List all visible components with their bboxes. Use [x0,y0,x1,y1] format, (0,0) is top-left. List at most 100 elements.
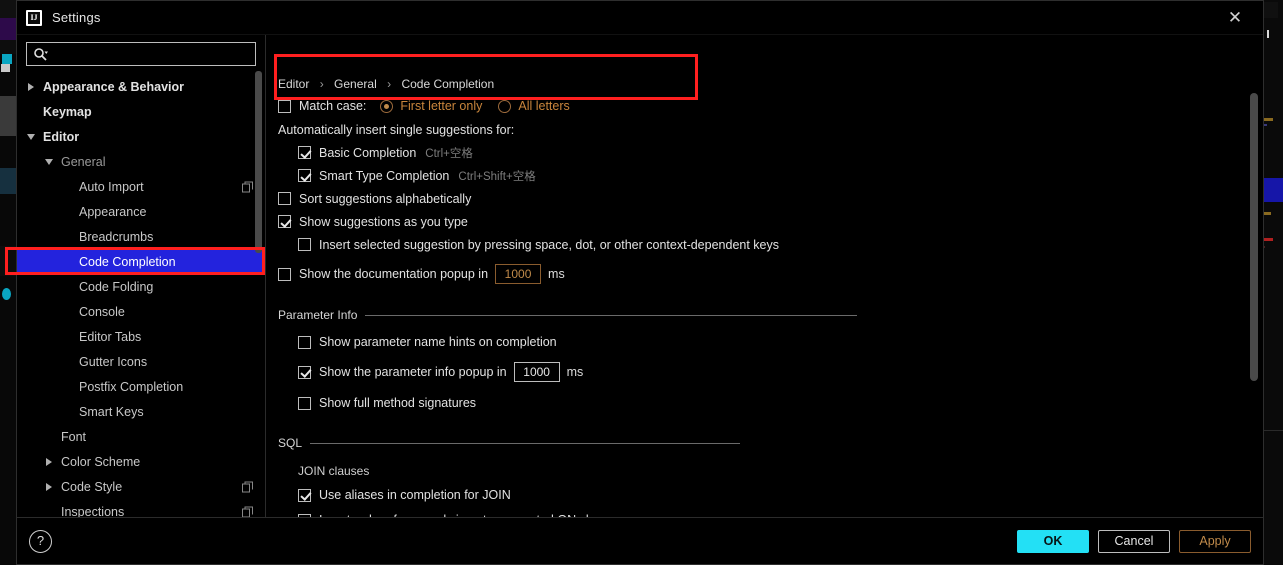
sidebar-item-auto-import[interactable]: Auto Import [17,174,265,199]
sidebar-item-code-folding[interactable]: Code Folding [17,274,265,299]
use-aliases-checkbox[interactable] [298,488,311,502]
help-icon[interactable]: ? [29,529,52,553]
dialog-body: Appearance & Behavior Keymap Editor General… [17,35,1263,517]
dialog-title: Settings [52,10,101,25]
sidebar-item-breadcrumbs[interactable]: Breadcrumbs [17,224,265,249]
doc-popup-checkbox[interactable] [278,267,291,281]
doc-popup-delay-input[interactable]: 1000 [495,264,542,284]
sidebar-item-editor-tabs[interactable]: Editor Tabs [17,324,265,349]
sidebar-item-label: Editor [43,129,80,144]
chevron-right-icon[interactable] [45,457,55,467]
sidebar-item-code-style[interactable]: Code Style [17,474,265,499]
param-info-popup-label: Show the parameter info popup in [319,365,507,379]
use-aliases-row: Use aliases in completion for JOIN [278,482,1263,508]
settings-dialog: Settings ✕ [16,0,1264,565]
insert-selected-checkbox[interactable] [298,238,311,251]
param-info-popup-checkbox[interactable] [298,365,311,379]
sidebar-scrollbar-thumb[interactable] [255,71,262,253]
basic-completion-shortcut: Ctrl+空格 [425,147,473,160]
close-icon[interactable]: ✕ [1217,1,1253,34]
insert-selected-row: Insert selected suggestion by pressing s… [278,233,1263,256]
radio-first-letter-only[interactable] [380,99,394,113]
copy-settings-icon[interactable] [242,181,253,192]
smart-type-completion-checkbox[interactable] [298,169,311,182]
copy-settings-icon[interactable] [242,481,253,492]
basic-completion-row: Basic Completion Ctrl+空格 [278,141,1263,164]
chevron-down-icon[interactable] [27,132,37,142]
cancel-button[interactable]: Cancel [1098,529,1170,553]
sidebar-item-label: Code Completion [79,254,176,269]
sidebar-item-inspections[interactable]: Inspections [17,499,265,517]
intellij-idea-logo-icon [26,9,42,26]
smart-type-completion-shortcut: Ctrl+Shift+空格 [458,170,536,183]
sidebar-item-console[interactable]: Console [17,299,265,324]
sidebar-item-font[interactable]: Font [17,424,265,449]
settings-tree[interactable]: Appearance & Behavior Keymap Editor General… [17,72,265,517]
show-as-you-type-checkbox[interactable] [278,215,291,228]
match-case-label: Match case: [299,99,367,113]
sidebar-item-label: Breadcrumbs [79,229,154,244]
sidebar-item-general[interactable]: General [17,149,265,174]
full-method-signatures-checkbox[interactable] [298,396,311,410]
sidebar-item-postfix-completion[interactable]: Postfix Completion [17,374,265,399]
sidebar-item-label: Appearance [79,204,147,219]
sidebar-item-appearance[interactable]: Appearance [17,199,265,224]
match-case-row: Match case: First letter only All letter… [278,93,1263,119]
section-divider [365,314,858,316]
smart-type-completion-row: Smart Type Completion Ctrl+Shift+空格 [278,164,1263,187]
radio-all-letters[interactable] [498,99,512,113]
sidebar-item-code-completion[interactable]: Code Completion [17,249,265,274]
doc-popup-label: Show the documentation popup in [299,267,489,281]
chevron-down-icon[interactable] [45,157,55,167]
sidebar-item-label: Smart Keys [79,404,144,419]
param-info-popup-delay-input[interactable]: 1000 [513,362,560,382]
basic-completion-checkbox[interactable] [298,146,311,159]
search-input[interactable] [52,47,249,61]
param-info-popup-unit: ms [566,365,584,379]
ok-button[interactable]: OK [1017,529,1089,553]
chevron-right-icon[interactable] [45,482,55,492]
dialog-footer: ? OK Cancel Apply [17,517,1263,564]
chevron-right-icon[interactable] [27,82,37,92]
sort-alphabetically-checkbox[interactable] [278,192,291,205]
show-as-you-type-label: Show suggestions as you type [299,214,468,229]
sidebar-item-color-scheme[interactable]: Color Scheme [17,449,265,474]
param-name-hints-label: Show parameter name hints on completion [319,335,557,349]
basic-completion-label: Basic Completion [319,145,417,160]
insert-selected-label: Insert selected suggestion by pressing s… [319,237,779,252]
sidebar-item-keymap[interactable]: Keymap [17,99,265,124]
sidebar-item-label: Console [79,304,125,319]
copy-settings-icon[interactable] [242,506,253,517]
parameter-info-section-title: Parameter Info [278,308,358,322]
sort-alphabetically-label: Sort suggestions alphabetically [299,191,472,206]
sidebar-item-label: Code Folding [79,279,154,294]
full-method-signatures-row: Show full method signatures [278,388,1263,418]
sidebar-item-editor[interactable]: Editor [17,124,265,149]
sidebar-scrollbar[interactable] [255,71,262,527]
sidebar-item-label: Keymap [43,104,92,119]
settings-content: Match case: First letter only All letter… [266,35,1263,517]
radio-all-letters-label[interactable]: All letters [518,99,569,113]
apply-button[interactable]: Apply [1179,529,1251,553]
full-method-signatures-label: Show full method signatures [319,396,477,410]
sidebar-item-appearance-behavior[interactable]: Appearance & Behavior [17,74,265,99]
main-scrollbar[interactable] [1250,71,1258,517]
sidebar-item-label: Editor Tabs [79,329,142,344]
sidebar-item-gutter-icons[interactable]: Gutter Icons [17,349,265,374]
search-box[interactable] [26,42,256,66]
dialog-titlebar: Settings ✕ [17,1,1263,35]
sql-section-header: SQL [278,432,1263,454]
radio-first-letter-only-label[interactable]: First letter only [400,99,482,113]
param-name-hints-checkbox[interactable] [298,335,311,349]
search-icon [33,47,48,62]
sidebar-item-smart-keys[interactable]: Smart Keys [17,399,265,424]
match-case-checkbox[interactable] [278,99,291,113]
main-scrollbar-thumb[interactable] [1250,93,1258,381]
